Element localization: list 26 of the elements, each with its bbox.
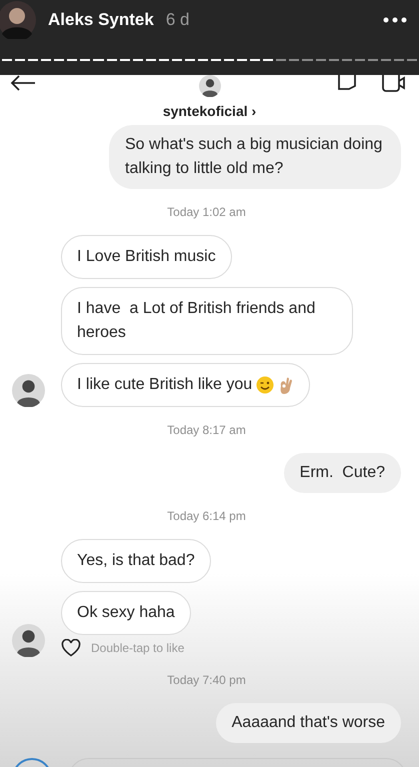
timestamp: Today 6:14 pm [167, 509, 246, 523]
message-text: Yes, is that bad? [77, 551, 195, 571]
username-link[interactable]: syntekoficial › [162, 103, 256, 119]
avatar-icon [12, 374, 45, 407]
heart-icon[interactable] [61, 639, 81, 657]
timestamp: Today 7:40 pm [167, 673, 246, 687]
message-text: I Love British music [77, 247, 216, 267]
avatar-icon [198, 75, 220, 97]
more-icon[interactable] [383, 17, 407, 23]
sent-message: So what's such a big musician doing talking to little old me? [109, 125, 401, 189]
message-text: I like cute British like you [77, 375, 252, 395]
sent-message: Aaaaand that's worse [216, 703, 401, 743]
message-text: Ok sexy haha [77, 603, 175, 623]
ok-hand-icon [278, 376, 294, 394]
avatar-icon [0, 1, 36, 39]
like-hint: Double-tap to like [91, 641, 184, 655]
sent-message: Erm. Cute? [284, 453, 401, 493]
author-name: Aleks Syntek [48, 10, 154, 30]
timestamp: Today 8:17 am [167, 423, 246, 437]
avatar-icon [12, 624, 45, 657]
message-text: I have a Lot of British friends and heroes [77, 299, 316, 343]
back-icon[interactable] [10, 75, 36, 91]
post-age: 6 d [166, 10, 190, 30]
timestamp: Today 1:02 am [167, 205, 246, 219]
video-icon[interactable] [381, 75, 405, 93]
wink-emoji-icon [256, 376, 274, 394]
